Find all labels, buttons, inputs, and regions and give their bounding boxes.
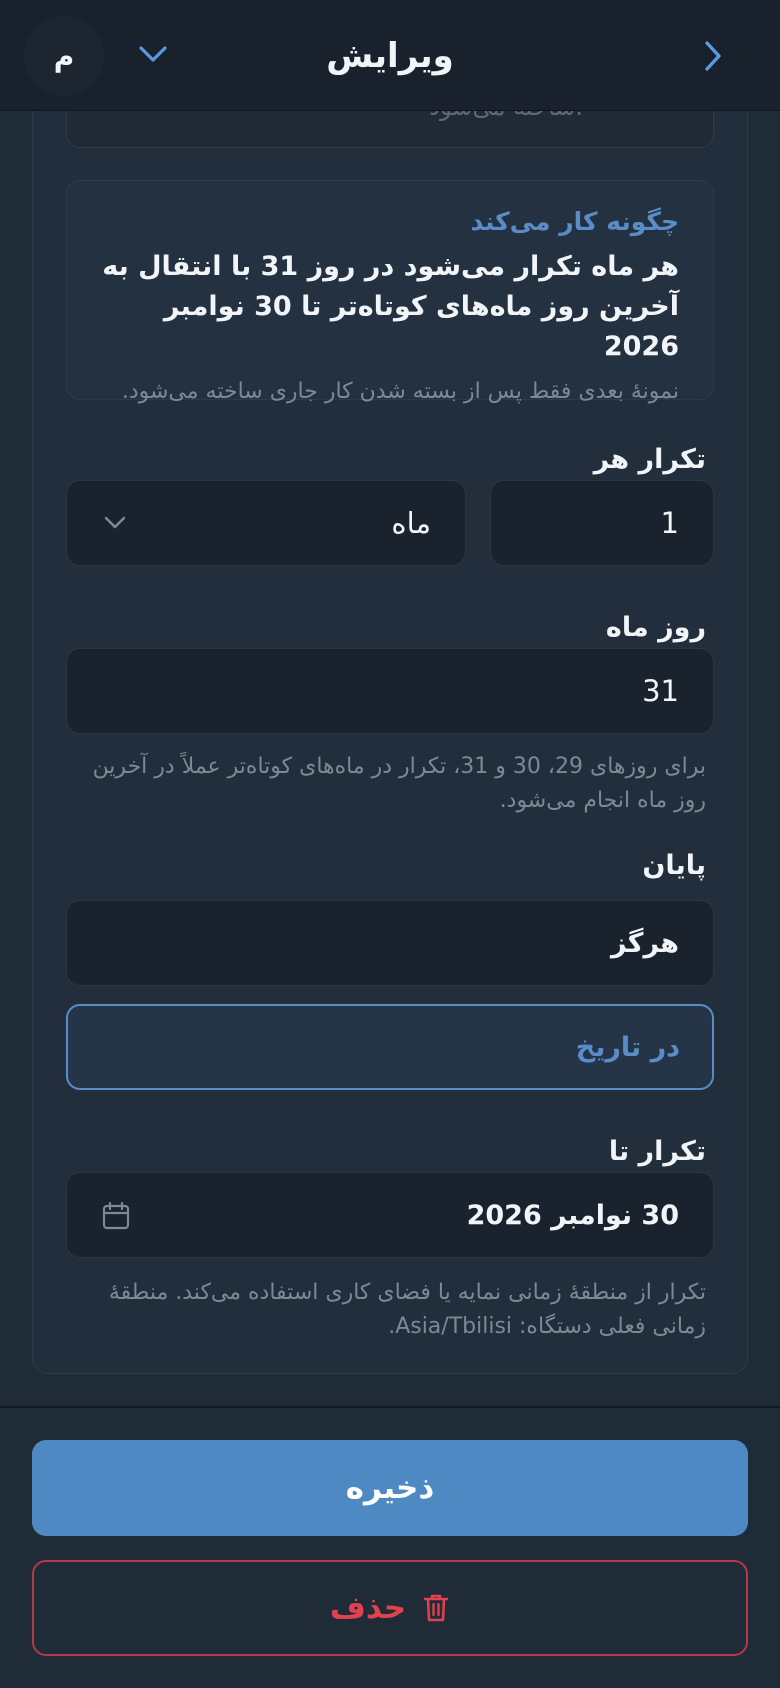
unit-value: ماه [391,506,431,540]
end-option-on-date-label: در تاریخ [575,1031,680,1063]
top-app-bar: م ویرایش [0,0,780,111]
interval-input[interactable]: 1 [490,480,714,566]
footer-divider [0,1406,780,1408]
repeat-every-label: تکرار هر [593,444,706,475]
end-label: پایان [642,850,706,881]
repeat-until-label: تکرار تا [608,1136,706,1167]
interval-value: 1 [660,506,679,540]
chevron-down-icon [103,515,127,531]
recurrence-note: نمونهٔ بعدی فقط پس از بسته شدن کار جاری … [121,379,679,404]
delete-button[interactable]: حذف [32,1560,748,1656]
delete-button-label: حذف [329,1590,407,1626]
repeat-until-value: 30 نوامبر 2026 [466,1199,679,1231]
day-of-month-label: روز ماه [605,612,706,643]
repeat-until-date-input[interactable]: 30 نوامبر 2026 [66,1172,714,1258]
day-of-month-value: 31 [642,674,679,708]
day-of-month-input[interactable]: 31 [66,648,714,734]
back-arrow-icon[interactable] [698,38,728,74]
save-button-label: ذخیره [345,1470,435,1506]
end-option-never[interactable]: هرگز [66,900,714,986]
calendar-icon[interactable] [101,1201,131,1231]
end-option-never-label: هرگز [610,927,679,959]
day-of-month-helper: برای روزهای 29، 30 و 31، تکرار در ماه‌ها… [92,754,706,813]
unit-select[interactable]: ماه [66,480,466,566]
how-it-works-box: چگونه کار می‌کند هر ماه تکرار می‌شود در … [66,180,714,404]
trash-icon [422,1592,450,1624]
how-it-works-heading: چگونه کار می‌کند [470,207,679,236]
page-title: ویرایش [326,36,454,76]
save-button[interactable]: ذخیره [32,1440,748,1536]
timezone-helper: تکرار از منطقهٔ زمانی نمایه یا فضای کاری… [108,1280,706,1339]
recurrence-summary: هر ماه تکرار می‌شود در روز 31 با انتقال … [102,251,679,362]
end-option-on-date[interactable]: در تاریخ [66,1004,714,1090]
